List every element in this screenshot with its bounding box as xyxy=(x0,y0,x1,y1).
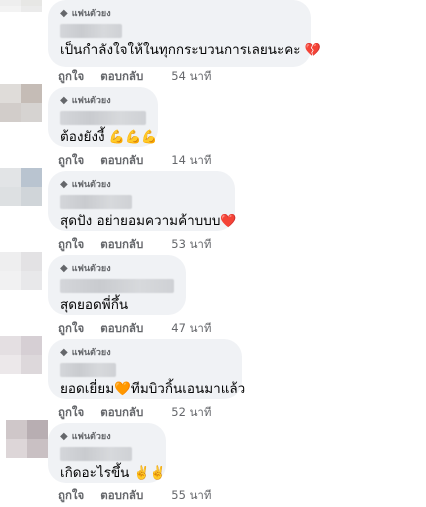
diamond-icon: ◆ xyxy=(60,262,68,274)
like-button[interactable]: ถูกใจ xyxy=(58,152,84,170)
comment-bubble: ◆ แฟนตัวยง ต้องยังงี้ 💪💪💪 xyxy=(48,87,158,147)
reply-button[interactable]: ตอบกลับ xyxy=(100,68,143,86)
timestamp[interactable]: 47 นาที xyxy=(171,320,211,338)
like-button[interactable]: ถูกใจ xyxy=(58,404,84,422)
avatar[interactable] xyxy=(0,336,42,374)
blurred-author-name[interactable] xyxy=(60,195,132,209)
comment-bubble: ◆ แฟนตัวยง สุดยอดพี่กึ้น xyxy=(48,255,186,315)
top-fan-badge: ◆ แฟนตัวยง xyxy=(60,429,154,443)
comment-actions: ถูกใจ ตอบกลับ 55 นาที xyxy=(58,487,211,505)
avatar[interactable] xyxy=(0,84,42,122)
comment-actions: ถูกใจ ตอบกลับ 53 นาที xyxy=(58,236,211,254)
badge-label: แฟนตัวยง xyxy=(71,96,111,106)
comment-emoji: ❤️ xyxy=(220,214,237,229)
comment-emoji: ✌️✌️ xyxy=(133,466,167,481)
badge-label: แฟนตัวยง xyxy=(71,348,111,358)
comment-body: เกิดอะไรขึ้น xyxy=(60,465,130,481)
diamond-icon: ◆ xyxy=(60,346,68,358)
blurred-author-name[interactable] xyxy=(60,447,132,461)
avatar[interactable] xyxy=(0,0,42,12)
blurred-author-name[interactable] xyxy=(60,363,116,377)
diamond-icon: ◆ xyxy=(60,430,68,442)
comment-text: เกิดอะไรขึ้น ✌️✌️ xyxy=(60,464,166,483)
reply-button[interactable]: ตอบกลับ xyxy=(100,152,143,170)
avatar[interactable] xyxy=(0,168,42,206)
comment-bubble: ◆ แฟนตัวยง เป็นกำลังใจให้ในทุกกระบวนการเ… xyxy=(48,0,321,67)
blurred-author-name[interactable] xyxy=(60,24,122,38)
like-button[interactable]: ถูกใจ xyxy=(58,236,84,254)
comment-body: ยอดเยี่ยม🧡ทีมบิวกิ้นเอนมาแล้ว xyxy=(60,381,246,397)
comment-body: สุดยอดพี่กึ้น xyxy=(60,297,129,313)
comment-text: สุดปัง อย่ายอมความค้าบบบ❤️ xyxy=(60,212,237,231)
avatar[interactable] xyxy=(6,420,48,458)
timestamp[interactable]: 54 นาที xyxy=(171,68,211,86)
reply-button[interactable]: ตอบกลับ xyxy=(100,404,143,422)
diamond-icon: ◆ xyxy=(60,178,68,190)
top-fan-badge: ◆ แฟนตัวยง xyxy=(60,6,299,20)
blurred-author-name[interactable] xyxy=(60,111,146,125)
top-fan-badge: ◆ แฟนตัวยง xyxy=(60,93,146,107)
comment-body: สุดปัง อย่ายอมความค้าบบบ xyxy=(60,213,221,229)
timestamp[interactable]: 52 นาที xyxy=(171,404,211,422)
badge-label: แฟนตัวยง xyxy=(71,432,111,442)
comment-text: สุดยอดพี่กึ้น xyxy=(60,296,174,314)
comment-emoji: 💪💪💪 xyxy=(108,130,158,145)
badge-label: แฟนตัวยง xyxy=(71,9,111,19)
avatar[interactable] xyxy=(0,252,42,290)
comment-body: เป็นกำลังใจให้ในทุกกระบวนการเลยนะคะ xyxy=(60,42,301,58)
badge-label: แฟนตัวยง xyxy=(71,264,111,274)
reply-button[interactable]: ตอบกลับ xyxy=(100,320,143,338)
comment-text: เป็นกำลังใจให้ในทุกกระบวนการเลยนะคะ 💔 xyxy=(60,41,321,60)
comment-bubble: ◆ แฟนตัวยง เกิดอะไรขึ้น ✌️✌️ xyxy=(48,423,166,483)
comment-bubble: ◆ แฟนตัวยง ยอดเยี่ยม🧡ทีมบิวกิ้นเอนมาแล้ว xyxy=(48,339,245,399)
comment-bubble: ◆ แฟนตัวยง สุดปัง อย่ายอมความค้าบบบ❤️ xyxy=(48,171,237,231)
comment-text: ยอดเยี่ยม🧡ทีมบิวกิ้นเอนมาแล้ว xyxy=(60,380,245,398)
timestamp[interactable]: 14 นาที xyxy=(171,152,211,170)
diamond-icon: ◆ xyxy=(60,7,68,19)
diamond-icon: ◆ xyxy=(60,94,68,106)
comment-emoji: 💔 xyxy=(304,43,322,58)
timestamp[interactable]: 55 นาที xyxy=(171,487,211,505)
comment-actions: ถูกใจ ตอบกลับ 54 นาที xyxy=(58,68,211,86)
comment-actions: ถูกใจ ตอบกลับ 47 นาที xyxy=(58,320,211,338)
top-fan-badge: ◆ แฟนตัวยง xyxy=(60,345,230,359)
top-fan-badge: ◆ แฟนตัวยง xyxy=(60,177,223,191)
like-button[interactable]: ถูกใจ xyxy=(58,68,84,86)
like-button[interactable]: ถูกใจ xyxy=(58,320,84,338)
comment-text: ต้องยังงี้ 💪💪💪 xyxy=(60,128,157,147)
like-button[interactable]: ถูกใจ xyxy=(58,487,84,505)
comment-actions: ถูกใจ ตอบกลับ 14 นาที xyxy=(58,152,211,170)
blurred-author-name[interactable] xyxy=(60,279,174,293)
reply-button[interactable]: ตอบกลับ xyxy=(100,487,143,505)
comment-body: ต้องยังงี้ xyxy=(60,129,105,145)
badge-label: แฟนตัวยง xyxy=(71,180,111,190)
comment-actions: ถูกใจ ตอบกลับ 52 นาที xyxy=(58,404,211,422)
timestamp[interactable]: 53 นาที xyxy=(171,236,211,254)
reply-button[interactable]: ตอบกลับ xyxy=(100,236,143,254)
top-fan-badge: ◆ แฟนตัวยง xyxy=(60,261,174,275)
